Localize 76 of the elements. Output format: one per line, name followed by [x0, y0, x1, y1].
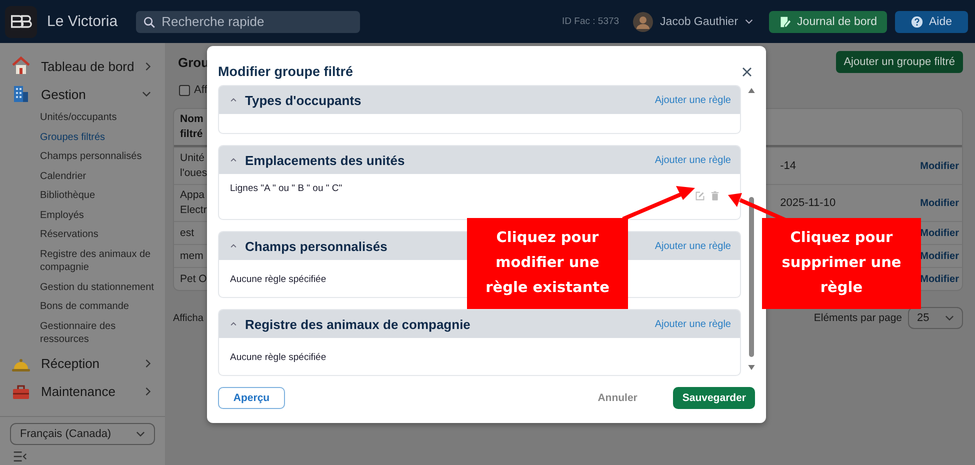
- results-text: Afficha: [173, 312, 204, 324]
- section-title: Types d'occupants: [245, 92, 362, 108]
- nav-subitem[interactable]: Gestionnaire des ressources: [0, 316, 165, 350]
- chevron-down-icon: [945, 315, 954, 321]
- user-name[interactable]: Jacob Gauthier: [660, 16, 738, 28]
- nav-subitem[interactable]: Réservations: [0, 225, 165, 244]
- add-rule-link[interactable]: Ajouter une règle: [654, 240, 731, 252]
- add-group-button[interactable]: Ajouter un groupe filtré: [836, 51, 963, 73]
- empty-message: Aucune règle spécifiée: [230, 352, 326, 363]
- search-icon: [142, 16, 156, 28]
- trash-icon: [711, 191, 719, 201]
- edit-link[interactable]: Modifier: [920, 274, 959, 284]
- callout-note: Cliquez pour modifier une règle existante: [467, 218, 628, 309]
- rule-text: Lignes "A " ou " B " ou " C": [230, 183, 342, 194]
- nav-subitem[interactable]: Registre des animaux de compagnie: [0, 244, 165, 278]
- journal-button[interactable]: Journal de bord: [769, 10, 887, 32]
- save-button[interactable]: Sauvegarder: [673, 387, 755, 409]
- nav-subitem[interactable]: Gestion du stationnement: [0, 278, 165, 297]
- close-icon: [742, 66, 752, 76]
- chevron-down-icon: [745, 19, 754, 24]
- nav-item[interactable]: Gestion: [0, 80, 165, 108]
- building-icon: [11, 84, 31, 104]
- brand-name: Le Victoria: [47, 13, 118, 30]
- table-cell-text: -14: [780, 160, 798, 172]
- close-button[interactable]: [740, 64, 754, 78]
- chevron-down-icon: [136, 431, 145, 437]
- callout-note: Cliquez pour supprimer une règle: [762, 218, 921, 309]
- edit-link[interactable]: Modifier: [920, 198, 959, 208]
- column-header: Nom filtré: [180, 112, 204, 142]
- table-cell-text: est: [180, 226, 196, 240]
- preview-button[interactable]: Aperçu: [218, 387, 285, 409]
- nav-item[interactable]: Réception: [0, 350, 165, 378]
- edit-link[interactable]: Modifier: [920, 228, 959, 238]
- language-select[interactable]: Français (Canada): [10, 423, 155, 445]
- add-rule-link[interactable]: Ajouter une règle: [654, 154, 731, 166]
- menu-collapse-icon: [13, 451, 27, 462]
- scroll-down-icon: [748, 365, 754, 370]
- table-cell-text: mem: [180, 248, 204, 264]
- add-rule-link[interactable]: Ajouter une règle: [654, 318, 731, 330]
- add-rule-link[interactable]: Ajouter une règle: [654, 94, 731, 106]
- scrollbar-thumb[interactable]: [748, 197, 754, 357]
- logo[interactable]: [5, 6, 37, 38]
- scroll-up-icon: [748, 88, 754, 93]
- nav-subitem[interactable]: Calendrier: [0, 166, 165, 186]
- dialog-title: Modifier groupe filtré: [218, 64, 353, 79]
- table-cell-text: Appa Electr: [180, 188, 208, 218]
- nav-subitem[interactable]: Groupes filtrés: [0, 128, 165, 147]
- help-icon: [910, 16, 923, 28]
- nav-subitem[interactable]: Unités/occupants: [0, 108, 165, 128]
- section-title: Champs personnalisés: [245, 238, 388, 254]
- avatar: [633, 12, 654, 32]
- help-button[interactable]: Aide: [894, 10, 968, 32]
- facility-id: ID Fac : 5373: [562, 16, 620, 27]
- checkbox[interactable]: [179, 84, 190, 96]
- section-title: Registre des animaux de compagnie: [245, 316, 470, 332]
- pencil-square-icon: [695, 191, 705, 201]
- nav-subitem[interactable]: Champs personnalisés: [0, 147, 165, 166]
- cancel-button[interactable]: Annuler: [592, 391, 644, 405]
- section-title: Emplacements des unités: [245, 152, 405, 168]
- table-cell-text: Pet O: [180, 272, 208, 286]
- logo-icon: [10, 14, 32, 29]
- edit-link[interactable]: Modifier: [920, 160, 959, 172]
- search-field[interactable]: Recherche rapide: [136, 10, 360, 32]
- notepad-icon: [779, 16, 792, 28]
- nav-subitem[interactable]: Bibliothèque: [0, 186, 165, 206]
- edit-link[interactable]: Modifier: [920, 250, 959, 262]
- table-cell-text: 2025-11-10: [780, 197, 837, 209]
- empty-message: Aucune règle spécifiée: [230, 274, 326, 285]
- checkbox-label: Aff: [194, 84, 208, 96]
- nav-item[interactable]: Maintenance: [0, 378, 165, 406]
- nav-item[interactable]: Tableau de bord: [0, 52, 165, 80]
- nav-subitem[interactable]: Bons de commande: [0, 297, 165, 316]
- house-icon: [11, 56, 31, 76]
- table-cell-text: Unité l'oues: [180, 151, 208, 181]
- page-size-label: Eléments par page: [814, 312, 902, 324]
- nav-subitem[interactable]: Employés: [0, 206, 165, 225]
